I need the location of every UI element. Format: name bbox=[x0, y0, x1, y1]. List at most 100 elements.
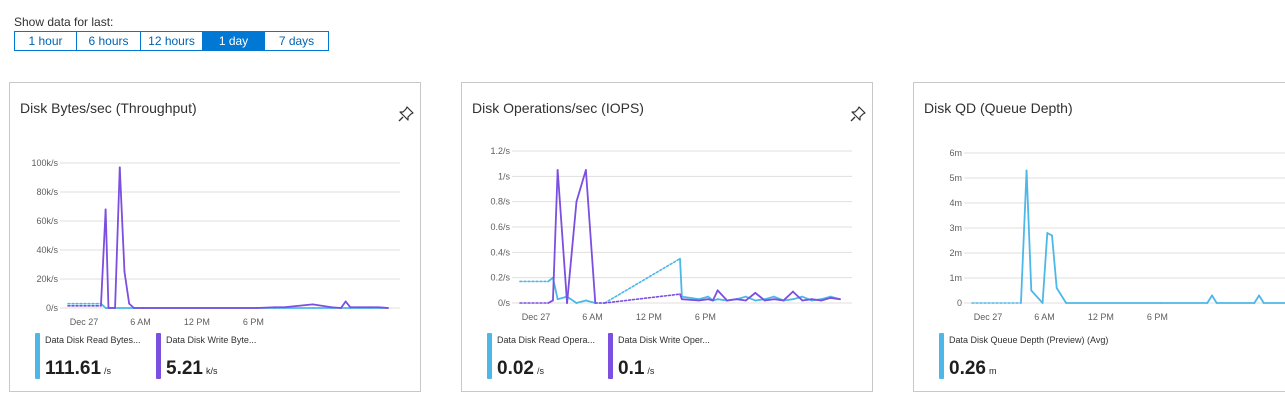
series-1-segment bbox=[726, 298, 738, 302]
y-tick-label: 1m bbox=[949, 273, 962, 283]
y-tick-label: 100k/s bbox=[31, 158, 58, 168]
y-tick-label: 0.6/s bbox=[490, 222, 510, 232]
y-tick-label: 0.2/s bbox=[490, 273, 510, 283]
legend-name: Data Disk Write Oper... bbox=[618, 335, 710, 345]
series-1-segment bbox=[556, 169, 568, 304]
y-tick-label: 3m bbox=[949, 223, 962, 233]
iops-chart: 0/s 0.2/s 0.4/s 0.6/s 0.8/s 1/s 1.2/s Dec 27 6 A… bbox=[490, 146, 852, 322]
series-1-segment bbox=[575, 169, 587, 203]
queue-depth-chart: 0 1m 2m 3m 4m 5m 6m Dec 27 6 AM 12 PM 6 PM bbox=[949, 148, 1285, 322]
x-tick-label: Dec 27 bbox=[70, 317, 99, 327]
series-1-segment bbox=[735, 298, 747, 302]
range-option-1-hour[interactable]: 1 hour bbox=[14, 31, 77, 51]
series-1-segment bbox=[283, 303, 314, 309]
y-tick-label: 0 bbox=[957, 298, 962, 308]
legend-value: 0.26 m bbox=[949, 358, 997, 379]
throughput-card[interactable]: Disk Bytes/sec (Throughput) 0/s 20k/s 40k/… bbox=[9, 82, 421, 392]
range-option-7-days[interactable]: 7 days bbox=[265, 31, 329, 51]
legend-item-write[interactable]: Data Disk Write Byte... 5.21 k/s bbox=[156, 331, 276, 381]
series-0-segment bbox=[1041, 232, 1049, 304]
series-1-segment bbox=[123, 270, 131, 305]
x-tick-label: 6 AM bbox=[1034, 312, 1055, 322]
series-1-segment bbox=[104, 208, 110, 309]
card-title: Disk Operations/sec (IOPS) bbox=[472, 100, 644, 116]
range-label: Show data for last: bbox=[14, 15, 114, 29]
series-0-segment bbox=[1025, 169, 1033, 292]
y-tick-label: 1.2/s bbox=[490, 146, 510, 156]
series-1-segment bbox=[810, 298, 823, 302]
legend-name: Data Disk Read Opera... bbox=[497, 335, 596, 345]
series-0-segment bbox=[1211, 294, 1218, 304]
series-1-segment bbox=[330, 306, 342, 309]
series-1-segment bbox=[584, 169, 597, 304]
series-0-segment bbox=[1258, 294, 1265, 304]
series-0-segment bbox=[566, 295, 578, 304]
y-tick-label: 6m bbox=[949, 148, 962, 158]
y-tick-label: 4m bbox=[949, 198, 962, 208]
legend-color-read bbox=[487, 333, 492, 379]
series-0-segment bbox=[603, 257, 681, 304]
legend-value: 0.1/s bbox=[618, 358, 655, 379]
pin-icon[interactable] bbox=[849, 105, 867, 123]
y-tick-label: 20k/s bbox=[36, 274, 58, 284]
legend-value: 5.21 k/s bbox=[166, 358, 218, 379]
range-option-1-day[interactable]: 1 day bbox=[203, 31, 265, 51]
legend-value: 0.02/s bbox=[497, 358, 544, 379]
series-0-segment bbox=[556, 295, 568, 301]
legend-name: Data Disk Read Bytes... bbox=[45, 335, 141, 345]
time-range-selector: 1 hour 6 hours 12 hours 1 day 7 days bbox=[14, 31, 329, 51]
series-0-segment bbox=[1253, 294, 1260, 304]
legend-color-write bbox=[156, 333, 161, 379]
legend-item-queue-depth[interactable]: Data Disk Queue Depth (Preview) (Avg) 0.… bbox=[939, 331, 1189, 381]
x-tick-label: 6 PM bbox=[243, 317, 264, 327]
series-1-segment bbox=[680, 298, 700, 302]
x-tick-label: 12 PM bbox=[636, 312, 662, 322]
series-1-segment bbox=[255, 306, 276, 309]
range-option-12-hours[interactable]: 12 hours bbox=[141, 31, 203, 51]
series-1-segment bbox=[114, 166, 121, 309]
series-0-segment bbox=[1206, 294, 1213, 304]
y-tick-label: 80k/s bbox=[36, 187, 58, 197]
x-tick-label: 6 AM bbox=[130, 317, 151, 327]
queue-depth-card[interactable]: Disk QD (Queue Depth) 0 1m 2m 3m 4m 5m 6m Dec 2… bbox=[913, 82, 1285, 392]
y-tick-label: 5m bbox=[949, 173, 962, 183]
x-tick-label: Dec 27 bbox=[974, 312, 1003, 322]
legend-name: Data Disk Write Byte... bbox=[166, 335, 257, 345]
y-tick-label: 2m bbox=[949, 248, 962, 258]
legend-value: 111.61/s bbox=[45, 358, 112, 379]
series-0-segment bbox=[1055, 287, 1068, 304]
range-option-6-hours[interactable]: 6 hours bbox=[77, 31, 141, 51]
card-title: Disk Bytes/sec (Throughput) bbox=[20, 100, 197, 116]
series-1-segment bbox=[801, 298, 813, 302]
series-1-segment bbox=[344, 300, 352, 309]
y-tick-label: 40k/s bbox=[36, 245, 58, 255]
card-title: Disk QD (Queue Depth) bbox=[924, 100, 1073, 116]
x-tick-label: Dec 27 bbox=[522, 312, 551, 322]
x-tick-label: 12 PM bbox=[1088, 312, 1114, 322]
legend-color-read bbox=[35, 333, 40, 379]
series-1-segment bbox=[377, 306, 389, 309]
x-tick-label: 6 PM bbox=[1147, 312, 1168, 322]
legend-item-read[interactable]: Data Disk Read Opera... 0.02/s bbox=[487, 331, 602, 381]
iops-card[interactable]: Disk Operations/sec (IOPS) 0/s 0.2/s 0.4/s… bbox=[461, 82, 873, 392]
legend-item-write[interactable]: Data Disk Write Oper... 0.1/s bbox=[608, 331, 728, 381]
legend-color-write bbox=[608, 333, 613, 379]
series-0-segment bbox=[1020, 169, 1028, 304]
legend-name: Data Disk Queue Depth (Preview) (Avg) bbox=[949, 335, 1109, 345]
throughput-chart: 0/s 20k/s 40k/s 60k/s 80k/s 100k/s Dec 27 6 AM 1… bbox=[31, 158, 400, 327]
x-tick-label: 6 AM bbox=[582, 312, 603, 322]
x-tick-label: 12 PM bbox=[184, 317, 210, 327]
series-1-segment bbox=[100, 208, 107, 307]
series-1-segment bbox=[763, 298, 776, 302]
y-tick-label: 1/s bbox=[498, 171, 511, 181]
series-0-segment bbox=[1051, 234, 1058, 289]
series-1-segment bbox=[118, 166, 126, 273]
x-tick-label: 6 PM bbox=[695, 312, 716, 322]
y-tick-label: 60k/s bbox=[36, 216, 58, 226]
series-1-segment bbox=[552, 169, 559, 302]
y-tick-label: 0.8/s bbox=[490, 197, 510, 207]
series-1-segment bbox=[773, 298, 785, 302]
series-0-segment bbox=[1030, 289, 1044, 304]
pin-icon[interactable] bbox=[397, 105, 415, 123]
legend-item-read[interactable]: Data Disk Read Bytes... 111.61/s bbox=[35, 331, 150, 381]
